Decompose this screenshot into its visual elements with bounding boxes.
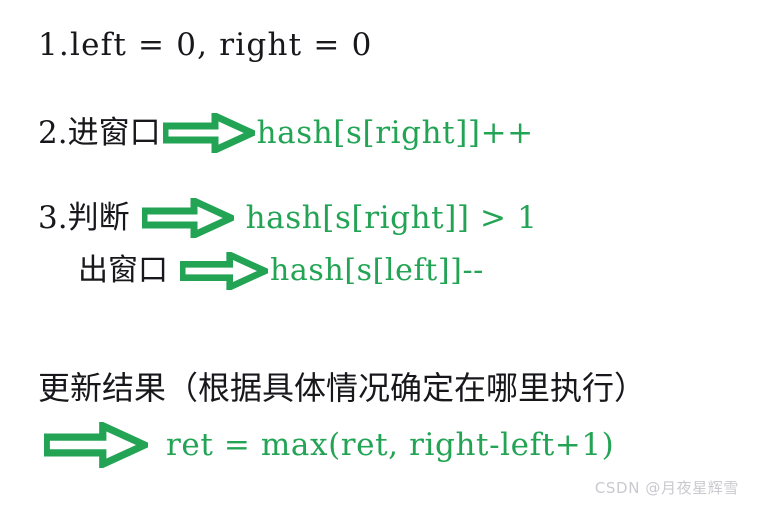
result-heading: 更新结果（根据具体情况确定在哪里执行）	[38, 369, 647, 407]
step-line-4: 出窗口 hash[s[left]]--	[78, 252, 484, 290]
step-2-number: 2.	[38, 114, 68, 151]
right-block-arrow-icon	[44, 422, 148, 468]
right-block-arrow-icon	[180, 252, 268, 290]
right-block-arrow-icon	[162, 113, 255, 153]
csdn-watermark: CSDN @月夜星辉雪	[594, 479, 739, 497]
step-4-label: 出窗口	[78, 253, 168, 288]
step-4-code: hash[s[left]]--	[270, 253, 484, 288]
step-3-code: hash[s[right]] > 1	[245, 199, 538, 236]
step-line-3: 3. 判断 hash[s[right]] > 1	[38, 198, 537, 238]
result-code-line: ret = max(ret, right-left+1)	[44, 422, 614, 468]
right-block-arrow-icon	[141, 198, 234, 238]
step-2-code: hash[s[right]]++	[256, 114, 534, 151]
step-line-2: 2. 进窗口 hash[s[right]]++	[38, 113, 534, 153]
step-line-1: 1. left = 0, right = 0	[38, 30, 373, 61]
note-canvas: 1. left = 0, right = 0 2. 进窗口 hash[s[rig…	[0, 0, 757, 508]
step-2-label: 进窗口	[67, 114, 161, 151]
step-1-number: 1.	[38, 27, 70, 63]
step-1-label: left = 0, right = 0	[69, 27, 373, 63]
step-3-label: 判断	[67, 199, 130, 236]
result-code: ret = max(ret, right-left+1)	[166, 426, 615, 463]
result-heading-line: 更新结果（根据具体情况确定在哪里执行）	[38, 372, 646, 404]
step-3-number: 3.	[38, 199, 68, 236]
